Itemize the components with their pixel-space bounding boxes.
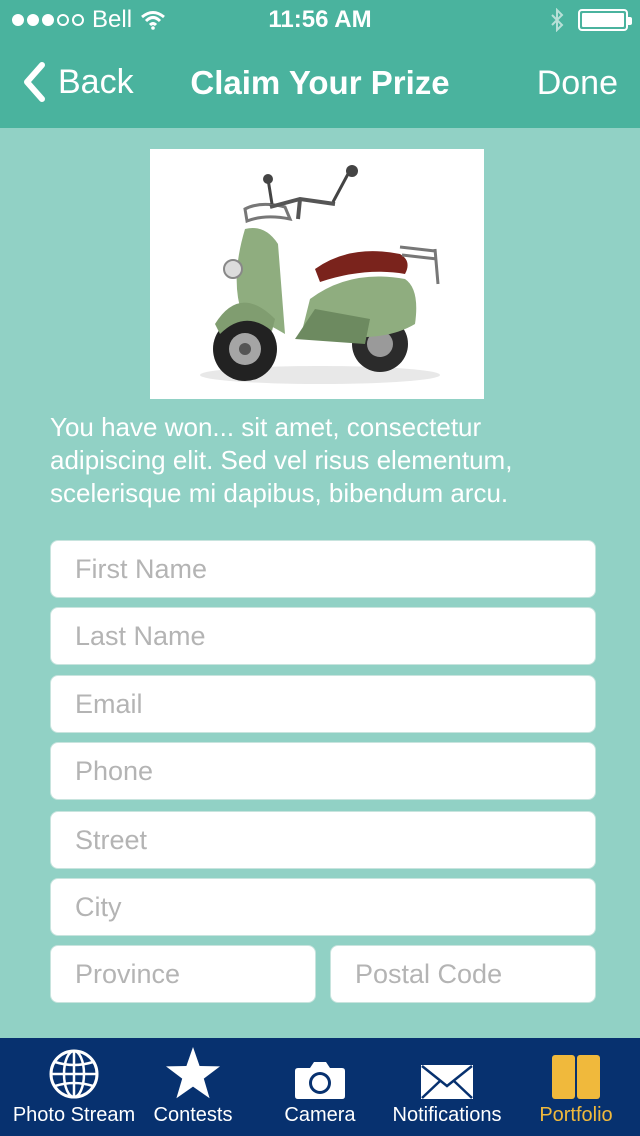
prize-description: You have won... sit amet, consectetur ad… <box>50 412 513 508</box>
globe-icon <box>49 1049 99 1099</box>
scooter-illustration <box>200 165 440 384</box>
phone-input[interactable] <box>51 743 595 799</box>
last-name-field[interactable] <box>50 607 596 665</box>
tab-label: Camera <box>284 1104 356 1126</box>
tab-label: Portfolio <box>539 1104 613 1126</box>
tab-photo-stream[interactable]: Photo Stream <box>10 1038 138 1136</box>
bluetooth-icon <box>551 8 564 32</box>
postal-code-input[interactable] <box>331 946 595 1002</box>
envelope-icon <box>421 1065 473 1099</box>
city-input[interactable] <box>51 879 595 935</box>
city-field[interactable] <box>50 878 596 936</box>
book-icon <box>552 1055 600 1099</box>
tab-label: Notifications <box>392 1104 502 1126</box>
province-input[interactable] <box>51 946 315 1002</box>
postal-code-field[interactable] <box>330 945 596 1003</box>
tab-portfolio[interactable]: Portfolio <box>524 1038 628 1136</box>
star-icon <box>166 1047 220 1099</box>
email-field[interactable] <box>50 675 596 733</box>
first-name-input[interactable] <box>51 541 595 597</box>
tab-contests[interactable]: Contests <box>138 1038 248 1136</box>
email-input[interactable] <box>51 676 595 732</box>
status-bar: Bell 11:56 AM <box>0 0 640 40</box>
street-field[interactable] <box>50 811 596 869</box>
first-name-field[interactable] <box>50 540 596 598</box>
last-name-input[interactable] <box>51 608 595 664</box>
prize-image <box>150 149 484 399</box>
street-input[interactable] <box>51 812 595 868</box>
done-button[interactable]: Done <box>537 64 618 103</box>
camera-icon <box>295 1062 345 1099</box>
tab-label: Contests <box>153 1104 233 1126</box>
tab-camera[interactable]: Camera <box>260 1038 380 1136</box>
province-field[interactable] <box>50 945 316 1003</box>
navigation-bar: Back Claim Your Prize Done <box>0 40 640 128</box>
battery-icon <box>578 9 632 31</box>
phone-field[interactable] <box>50 742 596 800</box>
tab-bar: Photo Stream Contests Camera Notificatio… <box>0 1038 640 1136</box>
tab-label: Photo Stream <box>12 1104 136 1126</box>
status-time: 11:56 AM <box>268 6 372 33</box>
tab-notifications[interactable]: Notifications <box>382 1038 512 1136</box>
